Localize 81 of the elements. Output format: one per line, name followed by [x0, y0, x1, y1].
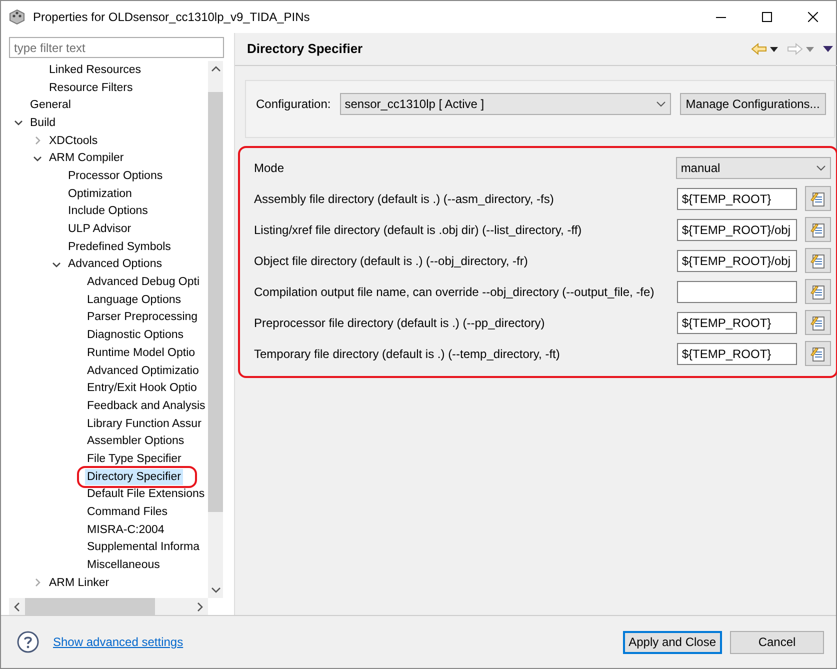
tree-item[interactable]: Predefined Symbols	[66, 238, 173, 255]
document-icon	[810, 190, 826, 206]
view-menu-icon[interactable]	[822, 46, 833, 52]
path-field[interactable]: ${TEMP_ROOT}	[676, 342, 797, 364]
dropdown-triangle-icon[interactable]	[770, 46, 778, 52]
tree-item[interactable]: Default File Extensions	[85, 486, 207, 502]
manage-configurations-button[interactable]: Manage Configurations...	[680, 93, 826, 115]
document-icon	[810, 346, 826, 362]
document-icon	[810, 222, 826, 238]
configuration-value: sensor_cc1310lp [ Active ]	[344, 96, 484, 113]
tree-item[interactable]: ARM Linker	[47, 574, 112, 591]
setting-label: Mode	[254, 160, 286, 176]
mode-dropdown[interactable]: manual	[676, 156, 831, 178]
configuration-dropdown[interactable]: sensor_cc1310lp [ Active ]	[340, 93, 671, 115]
path-field[interactable]: ${TEMP_ROOT}	[676, 312, 797, 334]
tree-item[interactable]: Optimization	[66, 186, 134, 202]
setting-label: Assembly file directory (default is .) (--asm_directory, -fs)	[254, 190, 555, 208]
collapse-chevron-icon[interactable]	[14, 118, 23, 128]
setting-label: Temporary file directory (default is .) (--temp_directory, -ft)	[254, 346, 561, 362]
configuration-label: Configuration:	[256, 96, 331, 113]
tree-item[interactable]: ARM Compiler	[47, 150, 126, 166]
filter-field[interactable]: type filter text	[9, 37, 224, 58]
tree-item[interactable]: Diagnostic Options	[85, 327, 186, 344]
tree-item[interactable]: File Type Specifier	[85, 450, 184, 467]
path-field[interactable]	[676, 280, 797, 302]
collapse-chevron-icon[interactable]	[52, 260, 61, 269]
browse-button[interactable]	[804, 217, 831, 242]
tree-item[interactable]: Advanced Debug Opti	[85, 274, 202, 290]
tree-item[interactable]: XDCtools	[47, 132, 100, 149]
tree-item[interactable]: Processor Options	[66, 168, 165, 184]
tree-item[interactable]: Supplemental Informa	[85, 539, 202, 556]
tree-item[interactable]: Advanced Optimizatio	[85, 362, 201, 379]
tree-item[interactable]: Entry/Exit Hook Optio	[85, 380, 199, 396]
tree-item[interactable]: Command Files	[85, 504, 170, 520]
collapse-chevron-icon[interactable]	[33, 154, 42, 163]
window-title: Properties for OLDsensor_cc1310lp_v9_TIDA_PINs	[33, 9, 311, 26]
setting-label: Object file directory (default is .) (--obj_directory, -fr)	[254, 252, 529, 270]
path-field[interactable]: ${TEMP_ROOT}/obj	[676, 218, 797, 240]
help-icon[interactable]	[17, 631, 39, 653]
tree-item[interactable]: Runtime Model Optio	[85, 344, 198, 361]
tree-item[interactable]: Resource Filters	[47, 80, 135, 96]
dialog-button[interactable]: Apply and Close	[622, 630, 722, 654]
document-icon	[810, 314, 826, 330]
maximize-icon	[762, 12, 772, 22]
horizontal-scrollbar[interactable]	[9, 598, 208, 615]
browse-button[interactable]	[804, 248, 831, 273]
vertical-scrollbar[interactable]	[208, 61, 223, 598]
browse-button[interactable]	[804, 279, 831, 304]
tree-item[interactable]: Miscellaneous	[85, 557, 162, 574]
path-field[interactable]: ${TEMP_ROOT}	[676, 188, 797, 210]
tree-item[interactable]: Feedback and Analysis	[85, 398, 208, 414]
document-icon	[810, 284, 826, 300]
chevron-down-icon	[656, 101, 666, 107]
expand-chevron-icon[interactable]	[33, 136, 42, 146]
expand-chevron-icon[interactable]	[33, 578, 42, 588]
tree-item[interactable]: Library Function Assur	[85, 416, 204, 432]
page-title: Directory Specifier	[247, 40, 364, 58]
tree-item[interactable]: Assembler Options	[85, 433, 186, 450]
tree-item[interactable]: Language Options	[85, 292, 183, 308]
browse-button[interactable]	[804, 310, 831, 335]
setting-label: Preprocessor file directory (default is .) (--pp_directory)	[254, 314, 546, 332]
setting-label: Listing/xref file directory (default is .obj dir) (--list_directory, -ff)	[254, 222, 583, 238]
chevron-down-icon	[816, 164, 826, 170]
dialog-button[interactable]: Cancel	[730, 630, 824, 654]
app-icon	[9, 9, 25, 25]
tree-item[interactable]: Linked Resources	[47, 62, 144, 78]
path-field[interactable]: ${TEMP_ROOT}/obj	[676, 250, 797, 272]
browse-button[interactable]	[804, 186, 831, 211]
tree-item[interactable]: Build	[28, 114, 58, 131]
show-advanced-settings-link[interactable]: Show advanced settings	[53, 633, 184, 651]
tree-item[interactable]: General	[28, 97, 73, 114]
tree-item[interactable]: Directory Specifier	[85, 468, 183, 485]
document-icon	[810, 252, 826, 268]
setting-label: Compilation output file name, can override --obj_directory (--output_file, -fe)	[254, 284, 656, 300]
browse-button[interactable]	[804, 341, 831, 366]
close-icon	[808, 12, 818, 22]
tree-item[interactable]: Parser Preprocessing	[85, 309, 200, 326]
tree-item[interactable]: MISRA-C:2004	[85, 522, 166, 538]
tree-item[interactable]: Include Options	[66, 203, 150, 220]
tree-item[interactable]: ULP Advisor	[66, 221, 134, 238]
tree-item[interactable]: Advanced Options	[66, 256, 164, 272]
